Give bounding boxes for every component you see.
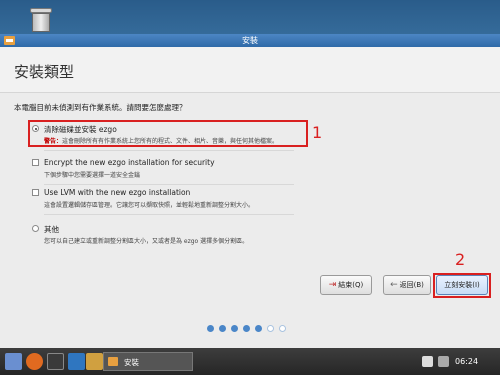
page-title: 安裝類型 <box>14 63 75 81</box>
option-label: Encrypt the new ezgo installation for se… <box>44 158 215 167</box>
progress-dot <box>219 325 226 332</box>
divider <box>44 150 294 151</box>
back-button[interactable]: ← 返回(B) <box>383 275 431 295</box>
radio-something-else[interactable] <box>32 225 39 232</box>
installer-icon <box>108 357 118 366</box>
taskbar: 安裝 06:24 <box>0 348 500 375</box>
back-arrow-icon: ← <box>390 280 398 290</box>
desktop <box>0 0 500 34</box>
trash-icon[interactable] <box>30 8 52 32</box>
title-bar[interactable]: 安裝 <box>0 34 500 47</box>
question-text: 本電腦目前未偵測到有作業系統。請問要怎麼處理？ <box>14 103 187 112</box>
option-description: 下個步驟中您需要選擇一道安全金鑰 <box>44 172 141 179</box>
clock[interactable]: 06:24 <box>455 357 478 366</box>
page-header: 安裝類型 <box>0 47 500 93</box>
terminal-icon[interactable] <box>47 353 64 370</box>
task-label: 安裝 <box>124 358 139 367</box>
progress-dot <box>267 325 274 332</box>
progress-dot <box>255 325 262 332</box>
keyboard-icon[interactable] <box>422 356 433 367</box>
firefox-icon[interactable] <box>26 353 43 370</box>
checkbox-lvm[interactable] <box>32 189 39 196</box>
start-menu-icon[interactable] <box>5 353 22 370</box>
divider <box>44 184 294 185</box>
window-title: 安裝 <box>242 36 258 45</box>
volume-icon[interactable] <box>438 356 449 367</box>
option-label: 其他 <box>44 225 59 234</box>
annotation-number-1: 1 <box>312 123 323 142</box>
progress-dot <box>279 325 286 332</box>
option-label: Use LVM with the new ezgo installation <box>44 188 191 197</box>
files-icon[interactable] <box>68 353 85 370</box>
quit-button[interactable]: ⇥ 結束(Q) <box>320 275 372 295</box>
annotation-number-2: 2 <box>455 250 466 269</box>
quit-label: 結束(Q) <box>338 281 364 289</box>
folder-icon[interactable] <box>86 353 103 370</box>
taskbar-task-installer[interactable]: 安裝 <box>103 352 193 371</box>
installer-window: 安裝 安裝類型 本電腦目前未偵測到有作業系統。請問要怎麼處理？ 清除磁碟並安裝 … <box>0 34 500 348</box>
progress-dot <box>231 325 238 332</box>
option-description: 這會設置邏輯儲存區管理。它讓您可以擷取快照，並輕鬆地重新調整分割大小。 <box>44 202 255 209</box>
exit-icon: ⇥ <box>328 280 337 290</box>
divider <box>44 214 294 215</box>
highlight-box-1 <box>28 120 308 147</box>
back-label: 返回(B) <box>399 281 424 289</box>
checkbox-encrypt[interactable] <box>32 159 39 166</box>
progress-dot <box>207 325 214 332</box>
highlight-box-2 <box>433 273 491 298</box>
progress-dot <box>243 325 250 332</box>
option-description: 您可以自己建立或重新調整分割區大小，又或者是為 ezgo 選擇多個分割區。 <box>44 238 249 245</box>
